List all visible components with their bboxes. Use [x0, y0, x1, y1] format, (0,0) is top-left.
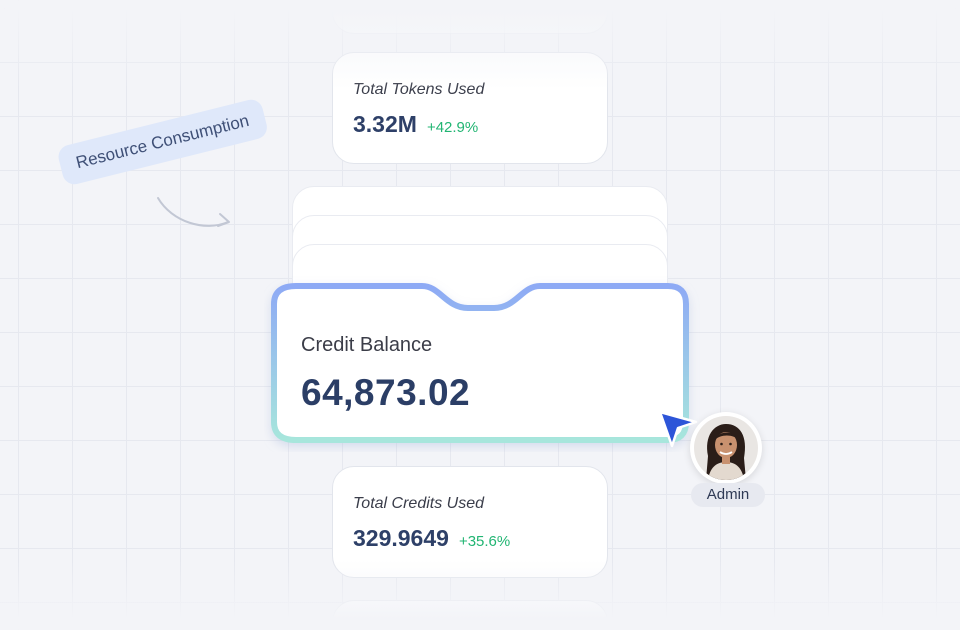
- canvas: 1.26M +17.9% Total Tokens Used 3.32M +42…: [0, 0, 960, 630]
- stat-change: +42.9%: [426, 119, 479, 136]
- curved-arrow-icon: [157, 197, 230, 227]
- stat-row: 329.9649 +35.6%: [353, 525, 510, 552]
- balance-value: 64,873.02: [301, 372, 471, 413]
- avatar[interactable]: [690, 412, 762, 484]
- stat-label: Total Credits Used: [353, 495, 485, 512]
- stat-card-top-partial[interactable]: 1.26M +17.9%: [332, 0, 608, 34]
- stat-value: 3.32M: [353, 111, 417, 137]
- stat-value: 1.26M: [353, 0, 417, 13]
- balance-card-shape: [271, 283, 689, 443]
- stat-label: Total Tokens Used: [353, 81, 485, 98]
- stat-card-tokens[interactable]: Total Tokens Used 3.32M +42.9%: [332, 52, 608, 164]
- stat-change: +17.9%: [426, 0, 479, 12]
- avatar-role-label: Admin: [691, 483, 765, 507]
- avatar-photo-icon: [694, 416, 758, 480]
- stat-card-bottom-partial[interactable]: [332, 600, 608, 630]
- balance-label: Credit Balance: [301, 334, 433, 356]
- annotation-pill: Resource Consumption: [56, 97, 270, 187]
- stat-value: 329.9649: [353, 525, 449, 551]
- stat-change: +35.6%: [458, 533, 511, 550]
- stat-row: 3.32M +42.9%: [353, 111, 478, 138]
- stat-row: 1.26M +17.9%: [353, 0, 478, 14]
- stat-card-credits-used[interactable]: Total Credits Used 329.9649 +35.6%: [332, 466, 608, 578]
